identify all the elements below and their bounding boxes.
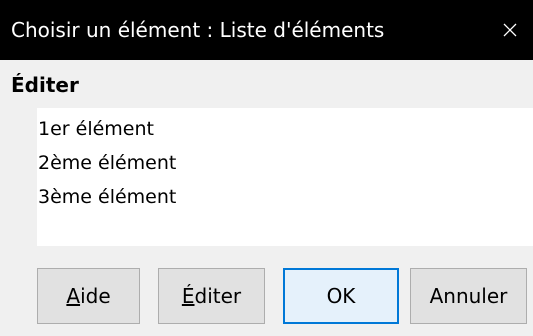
title-bar: Choisir un élément : Liste d'éléments xyxy=(0,0,533,60)
list-item[interactable]: 3ème élément xyxy=(38,180,176,214)
dialog-window: Choisir un élément : Liste d'éléments Éd… xyxy=(0,0,533,336)
edit-button[interactable]: Éditer xyxy=(158,268,265,324)
help-label-rest: ide xyxy=(80,284,111,308)
item-list[interactable]: 1er élément 2ème élément 3ème élément xyxy=(37,108,533,246)
window-title: Choisir un élément : Liste d'éléments xyxy=(11,18,385,42)
ok-button[interactable]: OK xyxy=(283,268,399,324)
list-item[interactable]: 2ème élément xyxy=(38,146,176,180)
help-mnemonic: A xyxy=(66,284,81,308)
edit-label-rest: diter xyxy=(194,284,242,308)
ok-label: OK xyxy=(326,284,356,308)
cancel-button[interactable]: Annuler xyxy=(410,268,527,324)
close-button[interactable] xyxy=(487,0,533,60)
edit-mnemonic: É xyxy=(181,284,195,308)
cancel-label: Annuler xyxy=(429,284,508,308)
help-button[interactable]: Aide xyxy=(37,268,140,324)
list-item[interactable]: 1er élément xyxy=(38,112,154,146)
close-icon xyxy=(502,22,518,38)
section-label: Éditer xyxy=(11,73,79,97)
